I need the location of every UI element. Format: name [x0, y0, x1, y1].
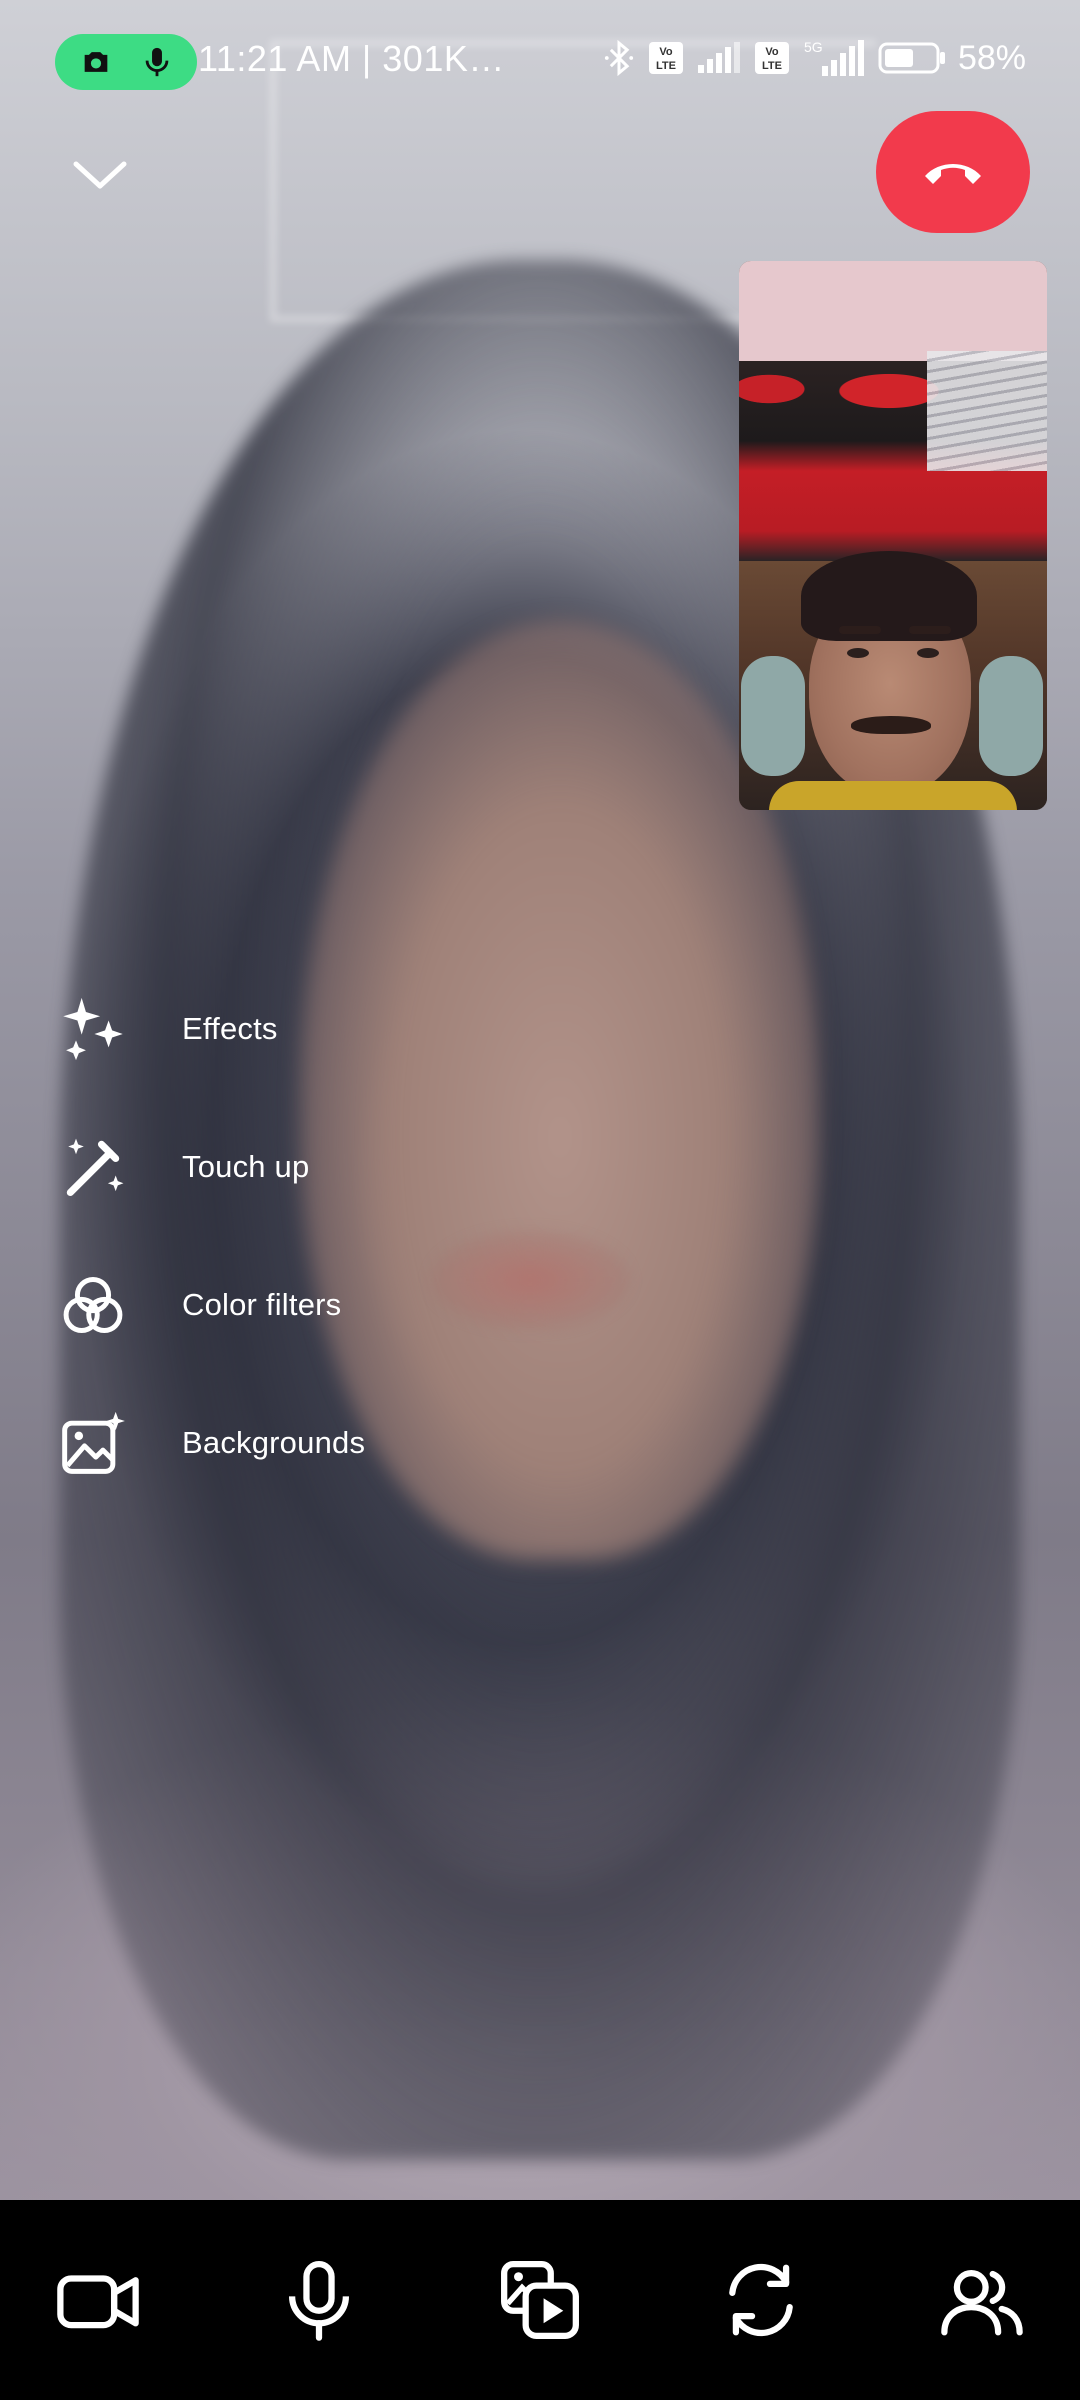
self-eye-right [917, 648, 939, 658]
effects-menu: Effects Touch up Color filters Backgroun… [58, 960, 558, 1512]
toggle-mic-button[interactable] [269, 2250, 369, 2350]
signal-icon [697, 42, 740, 73]
menu-item-label: Touch up [182, 1149, 310, 1184]
svg-text:LTE: LTE [656, 60, 676, 72]
backgrounds-icon [58, 1408, 128, 1478]
menu-item-touch-up[interactable]: Touch up [58, 1098, 558, 1236]
self-brow-left [839, 626, 881, 634]
flip-camera-icon [729, 2263, 793, 2337]
battery-icon [878, 42, 945, 74]
self-brow-right [909, 626, 951, 634]
collapse-call-button[interactable] [62, 150, 138, 200]
status-bar: 11:21 AM | 301K… Vo LTE Vo LTE 5G 58% [0, 0, 1080, 128]
call-controls-bar [0, 2200, 1080, 2400]
recording-indicator[interactable] [55, 34, 197, 90]
status-indicators: Vo LTE Vo LTE 5G 58% [602, 38, 1026, 78]
color-filters-icon [58, 1270, 128, 1340]
status-time: 11:21 AM | 301K… [198, 38, 505, 79]
menu-item-label: Effects [182, 1011, 278, 1046]
participants-button[interactable] [932, 2250, 1032, 2350]
volte-icon: Vo LTE [754, 42, 789, 74]
mic-icon [145, 47, 168, 77]
svg-text:Vo: Vo [659, 46, 673, 58]
svg-text:LTE: LTE [762, 60, 782, 72]
menu-item-color-filters[interactable]: Color filters [58, 1236, 558, 1374]
bluetooth-icon [604, 39, 634, 77]
self-shirt [769, 781, 1017, 810]
media-share-icon [501, 2261, 579, 2339]
self-eye-left [847, 648, 869, 658]
battery-percentage: 58% [957, 38, 1026, 77]
participants-icon [941, 2269, 1023, 2336]
share-media-button[interactable] [490, 2250, 590, 2350]
svg-text:Vo: Vo [765, 46, 779, 58]
self-video-preview[interactable] [739, 261, 1047, 810]
headphone-cup-right [979, 656, 1043, 776]
camera-icon [84, 52, 107, 72]
svg-text:5G: 5G [804, 39, 823, 55]
preview-papers [927, 351, 1047, 471]
signal-5g-icon: 5G [804, 39, 864, 76]
hang-up-icon [925, 164, 981, 184]
toggle-video-button[interactable] [48, 2250, 148, 2350]
end-call-button[interactable] [876, 111, 1030, 233]
headphone-cup-left [741, 656, 805, 776]
chevron-down-icon [73, 161, 127, 189]
video-camera-icon [57, 2275, 139, 2329]
menu-item-label: Backgrounds [182, 1425, 366, 1460]
flip-camera-button[interactable] [711, 2250, 811, 2350]
menu-item-label: Color filters [182, 1287, 342, 1322]
magic-wand-icon [58, 1132, 128, 1202]
menu-item-effects[interactable]: Effects [58, 960, 558, 1098]
sparkles-icon [58, 994, 128, 1064]
microphone-icon [288, 2261, 350, 2341]
menu-item-backgrounds[interactable]: Backgrounds [58, 1374, 558, 1512]
self-mustache [851, 716, 931, 734]
volte-icon: Vo LTE [648, 42, 683, 74]
